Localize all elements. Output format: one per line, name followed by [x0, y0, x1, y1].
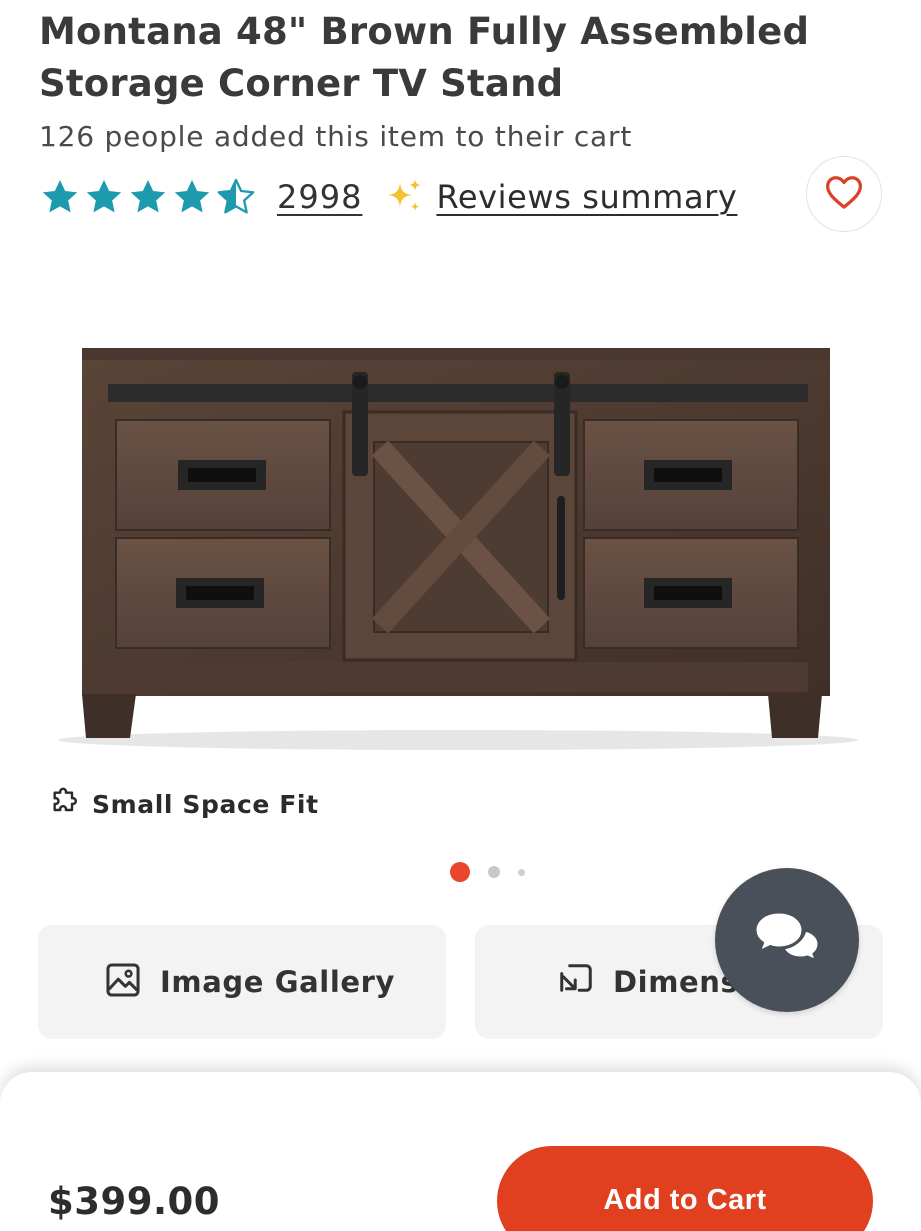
carousel-dot[interactable] — [488, 866, 500, 878]
carousel-dot[interactable] — [518, 868, 525, 876]
chat-bubbles-icon — [751, 908, 823, 972]
resize-icon — [557, 961, 595, 1003]
product-image[interactable] — [50, 320, 870, 760]
image-gallery-label: Image Gallery — [160, 965, 396, 999]
sparkle-icon — [384, 177, 424, 217]
star-icon — [83, 177, 125, 217]
wishlist-button[interactable] — [806, 156, 882, 232]
star-rating[interactable] — [39, 177, 257, 217]
half-star-icon — [215, 177, 257, 217]
star-icon — [39, 177, 81, 217]
added-to-cart-count: 126 people added this item to their cart — [39, 120, 633, 153]
add-to-cart-button[interactable]: Add to Cart — [497, 1146, 873, 1231]
star-icon — [171, 177, 213, 217]
small-space-fit-badge: Small Space Fit — [48, 786, 319, 822]
puzzle-icon — [48, 786, 80, 822]
product-price: $399.00 — [48, 1180, 221, 1223]
star-icon — [127, 177, 169, 217]
rating-row: 2998 Reviews summary — [39, 174, 737, 220]
carousel-dots — [450, 862, 525, 882]
image-icon — [104, 961, 142, 1003]
image-gallery-button[interactable]: Image Gallery — [38, 925, 446, 1039]
product-title: Montana 48" Brown Fully Assembled Storag… — [39, 10, 810, 105]
small-space-fit-label: Small Space Fit — [92, 789, 319, 819]
heart-outline-icon — [824, 174, 864, 214]
reviews-summary-link[interactable]: Reviews summary — [436, 178, 737, 216]
review-count-link[interactable]: 2998 — [277, 178, 362, 216]
chat-button[interactable] — [715, 868, 859, 1012]
carousel-dot-active[interactable] — [450, 862, 470, 882]
